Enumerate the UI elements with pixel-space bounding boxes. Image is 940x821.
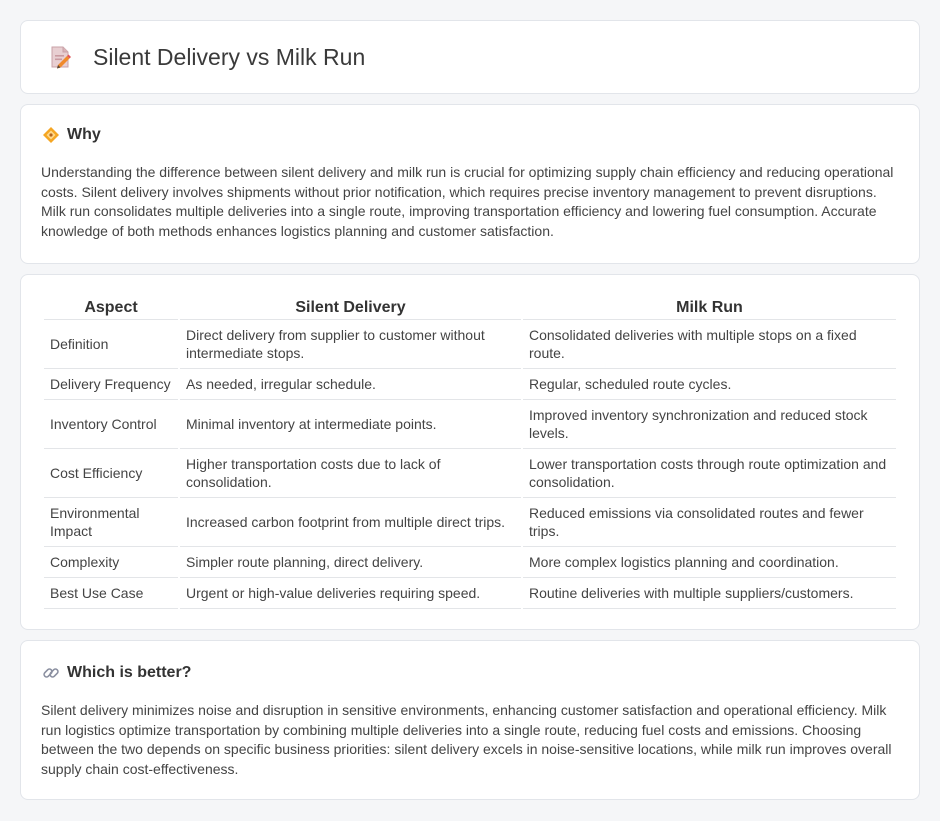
aspect-cell: Cost Efficiency (44, 449, 178, 498)
aspect-cell: Delivery Frequency (44, 369, 178, 400)
table-row: Environmental Impact Increased carbon fo… (44, 498, 896, 547)
silent-delivery-cell: Urgent or high-value deliveries requirin… (180, 578, 521, 609)
page-title: Silent Delivery vs Milk Run (93, 43, 366, 70)
which-is-better-section: Which is better? Silent delivery minimiz… (20, 640, 920, 800)
why-text: Understanding the difference between sil… (41, 164, 894, 239)
link-icon (41, 663, 61, 683)
milk-run-cell: Regular, scheduled route cycles. (523, 369, 896, 400)
better-heading: Which is better? (41, 663, 899, 683)
aspect-cell: Best Use Case (44, 578, 178, 609)
aspect-cell: Complexity (44, 547, 178, 578)
milk-run-cell: Routine deliveries with multiple supplie… (523, 578, 896, 609)
milk-run-cell: More complex logistics planning and coor… (523, 547, 896, 578)
milk-run-cell: Lower transportation costs through route… (523, 449, 896, 498)
silent-delivery-cell: Minimal inventory at intermediate points… (180, 400, 521, 449)
table-row: Definition Direct delivery from supplier… (44, 320, 896, 369)
table-row: Best Use Case Urgent or high-value deliv… (44, 578, 896, 609)
table-row: Complexity Simpler route planning, direc… (44, 547, 896, 578)
better-title: Which is better? (67, 664, 192, 681)
page: Silent Delivery vs Milk Run Why Understa… (0, 0, 940, 800)
column-header-silent-delivery: Silent Delivery (180, 295, 521, 320)
table-row: Cost Efficiency Higher transportation co… (44, 449, 896, 498)
milk-run-cell: Consolidated deliveries with multiple st… (523, 320, 896, 369)
milk-run-cell: Reduced emissions via consolidated route… (523, 498, 896, 547)
diamond-alert-icon (41, 125, 61, 145)
document-pencil-icon (45, 42, 75, 72)
milk-run-cell: Improved inventory synchronization and r… (523, 400, 896, 449)
aspect-cell: Environmental Impact (44, 498, 178, 547)
comparison-table: Aspect Silent Delivery Milk Run Definiti… (42, 295, 898, 609)
table-row: Delivery Frequency As needed, irregular … (44, 369, 896, 400)
aspect-cell: Inventory Control (44, 400, 178, 449)
column-header-aspect: Aspect (44, 295, 178, 320)
better-text: Silent delivery minimizes noise and disr… (41, 702, 892, 777)
table-row: Inventory Control Minimal inventory at i… (44, 400, 896, 449)
silent-delivery-cell: Simpler route planning, direct delivery. (180, 547, 521, 578)
why-section: Why Understanding the difference between… (20, 104, 920, 264)
silent-delivery-cell: As needed, irregular schedule. (180, 369, 521, 400)
silent-delivery-cell: Higher transportation costs due to lack … (180, 449, 521, 498)
why-title: Why (67, 126, 101, 143)
header-card: Silent Delivery vs Milk Run (20, 20, 920, 94)
column-header-milk-run: Milk Run (523, 295, 896, 320)
silent-delivery-cell: Direct delivery from supplier to custome… (180, 320, 521, 369)
why-heading: Why (41, 125, 899, 145)
silent-delivery-cell: Increased carbon footprint from multiple… (180, 498, 521, 547)
comparison-section: Aspect Silent Delivery Milk Run Definiti… (20, 274, 920, 630)
table-header-row: Aspect Silent Delivery Milk Run (44, 295, 896, 320)
aspect-cell: Definition (44, 320, 178, 369)
